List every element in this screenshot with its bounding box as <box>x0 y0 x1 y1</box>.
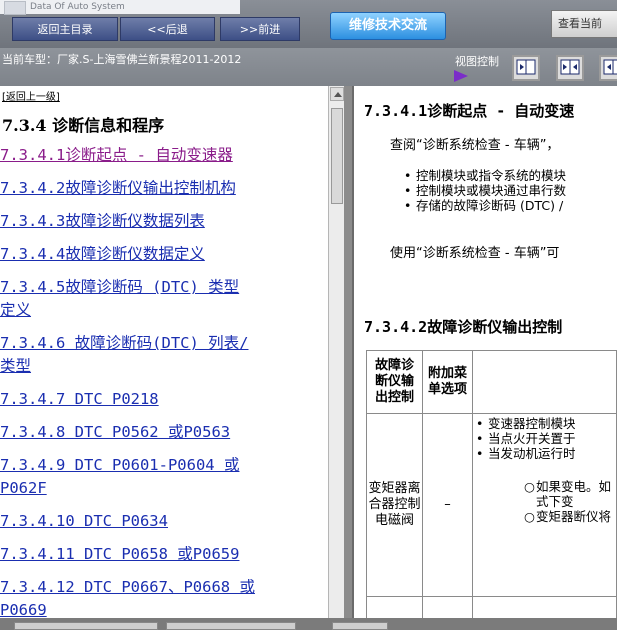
back-up-link[interactable]: [返回上一级] <box>2 88 60 103</box>
current-car-model: 当前车型：厂家.S-上海雪佛兰新景程2011-2012 <box>2 53 242 66</box>
toc-item[interactable]: 7.3.4.7 DTC P0218 <box>0 388 326 411</box>
list-item: 控制模块或指令系统的模块 <box>416 168 566 183</box>
view-control-label: 视图控制 <box>455 55 499 68</box>
bullet-list: 控制模块或指令系统的模块 控制模块或模块通过串行数 存储的故障诊断码 (DTC)… <box>416 168 566 213</box>
split-both-icon <box>560 59 580 75</box>
toc-item[interactable]: 7.3.4.8 DTC P0562 或P0563 <box>0 421 326 444</box>
play-arrow-icon <box>454 70 468 82</box>
bottom-button[interactable] <box>332 622 388 630</box>
toc-item[interactable]: 定义 <box>0 299 326 322</box>
brand-subtitle: Data Of Auto System <box>30 2 125 12</box>
app-logo-icon <box>4 1 26 15</box>
toc-heading: 7.3.4 诊断信息和程序 <box>2 116 165 135</box>
toc-item[interactable]: P0669 <box>0 599 326 618</box>
scroll-up-arrow-icon[interactable] <box>330 87 344 101</box>
list-item: 变矩器断仪将 <box>522 509 612 524</box>
split-left-icon <box>516 59 536 75</box>
toc-item[interactable]: 7.3.4.6 故障诊断码(DTC) 列表/ <box>0 332 326 355</box>
table-cell: 变矩器离合器控制电磁阀 <box>366 413 423 597</box>
table-row: 变矩器离合器控制电磁阀 – 变速器控制模块 当点火开关置于 当发动机运行时 如果… <box>366 413 617 597</box>
top-toolbar: Data Of Auto System 返回主目录 <<后退 >>前进 维修技术… <box>0 0 617 48</box>
table-cell <box>472 596 617 618</box>
paragraph: 查阅“诊断系统检查 - 车辆”， <box>390 138 560 153</box>
list-item: 控制模块或模块通过串行数 <box>416 183 566 198</box>
table-cell: 变速器控制模块 当点火开关置于 当发动机运行时 如果变电。如式下变 变矩器断仪将 <box>472 413 617 597</box>
toc-item[interactable]: 7.3.4.10 DTC P0634 <box>0 510 326 533</box>
table-header: 故障诊断仪输出控制 <box>366 350 423 414</box>
home-button[interactable]: 返回主目录 <box>12 17 118 41</box>
toc-pane: [返回上一级] 7.3.4 诊断信息和程序 7.3.4.1诊断起点 - 自动变速… <box>0 86 328 618</box>
toc-item[interactable]: 7.3.4.2故障诊断仪输出控制机构 <box>0 177 326 200</box>
list-item: 存储的故障诊断码 (DTC) / <box>416 198 566 213</box>
view-right-pane-button[interactable] <box>599 55 617 81</box>
output-control-table: 故障诊断仪输出控制 附加菜单选项 变矩器离合器控制电磁阀 – 变速器控制模块 当… <box>366 350 617 618</box>
table-cell: – <box>421 413 474 597</box>
toc-item[interactable]: P062F <box>0 477 326 500</box>
content-pane: 7.3.4.1诊断起点 - 自动变速 查阅“诊断系统检查 - 车辆”， 控制模块… <box>352 86 617 618</box>
table-row <box>366 596 617 618</box>
toc-scrollbar[interactable] <box>328 86 345 618</box>
scroll-thumb[interactable] <box>331 108 343 204</box>
section-heading: 7.3.4.1诊断起点 - 自动变速 <box>364 102 575 120</box>
view-left-pane-button[interactable] <box>512 55 540 81</box>
pane-divider[interactable] <box>344 86 352 618</box>
list-item: 如果变电。如式下变 <box>522 479 612 509</box>
list-item: 当点火开关置于 <box>474 431 615 446</box>
bottom-button[interactable] <box>14 622 158 630</box>
toc-item[interactable]: 7.3.4.4故障诊断仪数据定义 <box>0 243 326 266</box>
bottom-bar <box>0 618 617 630</box>
toc-item[interactable]: 7.3.4.3故障诊断仪数据列表 <box>0 210 326 233</box>
table-cell <box>366 596 423 618</box>
view-split-button[interactable] <box>556 55 584 81</box>
view-current-button[interactable]: 查看当前 <box>551 10 617 38</box>
list-item: 当发动机运行时 <box>474 446 615 461</box>
paragraph: 使用“诊断系统检查 - 车辆”可 <box>390 246 560 261</box>
toc-item[interactable]: 类型 <box>0 355 326 378</box>
split-right-icon <box>603 59 617 75</box>
table-header: 附加菜单选项 <box>421 350 474 414</box>
toc-item[interactable]: 7.3.4.5故障诊断码 (DTC) 类型 <box>0 276 326 299</box>
tech-exchange-button[interactable]: 维修技术交流 <box>330 12 446 40</box>
toc-item[interactable]: 7.3.4.12 DTC P0667、P0668 或 <box>0 576 326 599</box>
section-heading: 7.3.4.2故障诊断仪输出控制 <box>364 318 563 336</box>
table-cell <box>421 596 474 618</box>
toc-item[interactable]: 7.3.4.9 DTC P0601-P0604 或 <box>0 454 326 477</box>
list-item: 变速器控制模块 <box>474 416 615 431</box>
toc-item[interactable]: 7.3.4.11 DTC P0658 或P0659 <box>0 543 326 566</box>
brand-banner: Data Of Auto System <box>0 0 240 15</box>
table-header <box>472 350 617 414</box>
forward-button[interactable]: >>前进 <box>220 17 300 41</box>
bottom-button[interactable] <box>166 622 296 630</box>
toc-item[interactable]: 7.3.4.1诊断起点 - 自动变速器 <box>0 144 326 167</box>
info-bar: 当前车型：厂家.S-上海雪佛兰新景程2011-2012 视图控制 <box>0 48 617 86</box>
back-button[interactable]: <<后退 <box>120 17 215 41</box>
